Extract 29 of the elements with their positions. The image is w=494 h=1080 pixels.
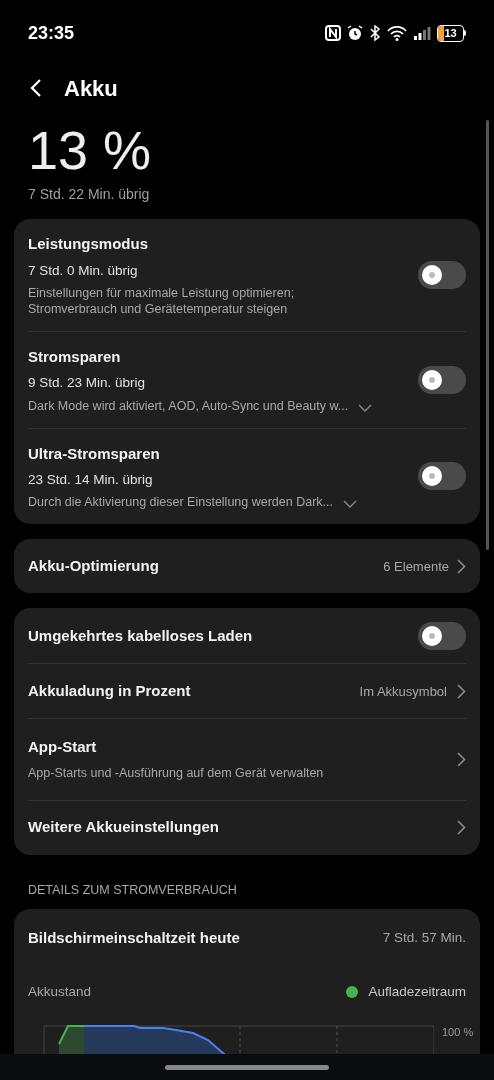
battery-level: 13 [444,27,457,39]
section-header: DETAILS ZUM STROMVERBRAUCH [27,881,238,899]
remaining-time: 7 Std. 22 Min. übrig [28,185,151,204]
setting-title: App-Start [28,737,98,758]
setting-title: Weitere Akkueinstellungen [28,817,220,838]
setting-title: Ultra-Stromsparen [28,443,161,464]
legend-label: Aufladezeitraum [368,982,466,1001]
setting-value: 6 Elemente [383,557,449,576]
setting-title: Stromsparen [28,346,122,367]
setting-title: Akkuladung in Prozent [28,681,192,701]
setting-description: App-Starts und -Ausführung auf dem Gerät verwalten [28,764,325,782]
setting-subtitle: 7 Std. 0 Min. übrig [28,261,139,280]
setting-value: Im Akkusymbol [359,682,447,701]
setting-description: Einstellungen für maximale Leistung optimieren; Stromverbrauch und Gerätetemperatur steigen [28,284,296,317]
battery-percent: 13 % [28,120,153,180]
setting-description: Dark Mode wird aktiviert, AOD, Auto-Sync und Beauty w... [28,397,349,414]
setting-value: 7 Std. 57 Min. [382,929,466,948]
page-title: Akku [64,74,118,103]
chart-title: Akkustand [28,982,92,1001]
status-time: 23:35 [28,21,75,45]
axis-label: 100 % [442,1025,474,1040]
setting-title: Leistungsmodus [28,234,149,254]
setting-subtitle: 23 Std. 14 Min. übrig [28,471,154,489]
setting-description: Durch die Aktivierung dieser Einstellung werden Dark... [28,494,333,511]
setting-title: Umgekehrtes kabelloses Laden [28,625,254,646]
setting-subtitle: 9 Std. 23 Min. übrig [28,374,147,393]
setting-title: Bildschirmeinschaltzeit heute [28,928,240,949]
setting-title: Akku-Optimierung [28,556,159,576]
settings-row[interactable]: Akku-Optimierung 6 Elemente [14,539,480,594]
